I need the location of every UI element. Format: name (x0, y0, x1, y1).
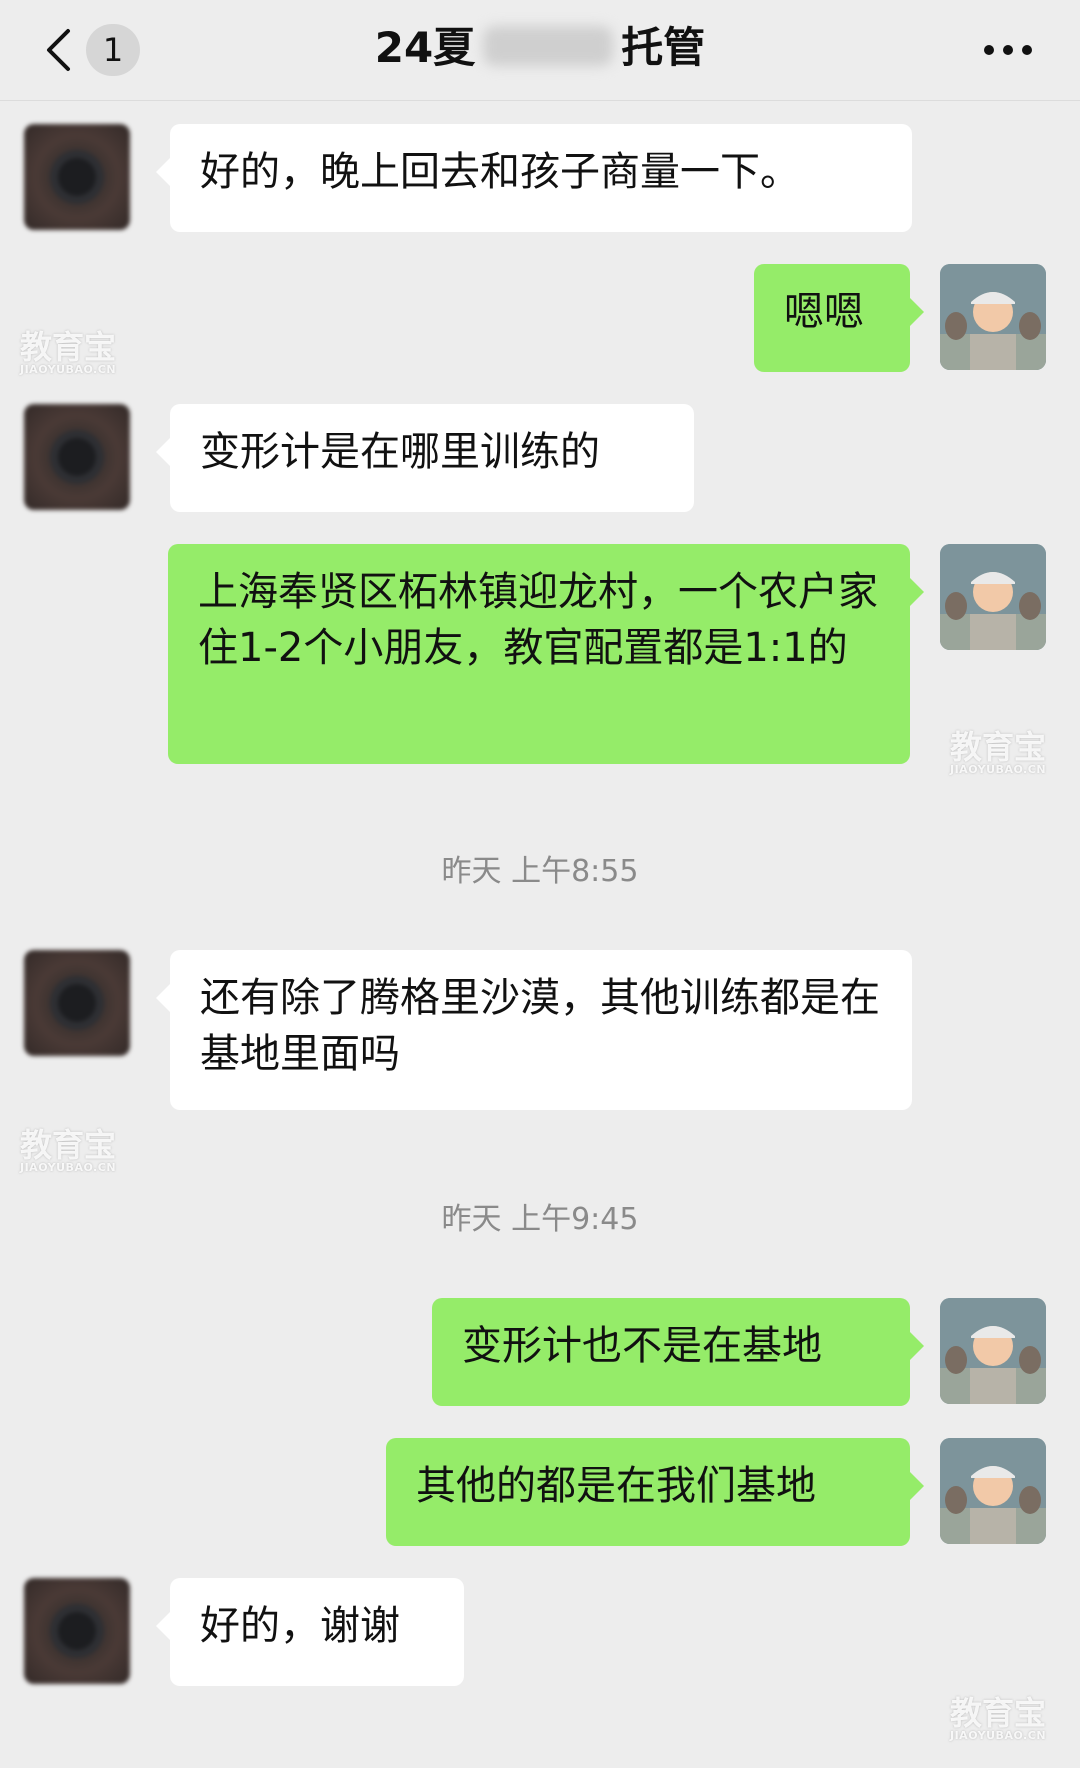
timestamp: 昨天 上午9:45 (441, 1202, 639, 1237)
my-avatar-image (940, 544, 1046, 650)
my-avatar-image (940, 1438, 1046, 1544)
message-bubble-received[interactable]: 好的，晚上回去和孩子商量一下。 (156, 124, 912, 232)
watermark-logo: 教育宝 JIAOYUBAO.CN (20, 328, 117, 376)
contact-avatar[interactable] (24, 1578, 130, 1684)
my-avatar-image (940, 1298, 1046, 1404)
contact-avatar[interactable] (24, 404, 130, 510)
my-avatar[interactable] (940, 1298, 1046, 1404)
message-bubble-sent[interactable]: 上海奉贤区柘林镇迎龙村，一个农户家住1-2个小朋友，教官配置都是1:1的 (168, 544, 924, 764)
my-avatar[interactable] (940, 264, 1046, 370)
chat-title: 24夏 托管 (0, 18, 1080, 78)
contact-avatar[interactable] (24, 950, 130, 1056)
message-bubble-sent[interactable]: 其他的都是在我们基地 (386, 1438, 924, 1546)
message-bubble-sent[interactable]: 嗯嗯 (754, 264, 924, 372)
timestamp: 昨天 上午8:55 (441, 854, 639, 889)
message-bubble-received[interactable]: 好的，谢谢 (156, 1578, 464, 1686)
message-bubble-received[interactable]: 还有除了腾格里沙漠，其他训练都是在基地里面吗 (156, 950, 912, 1110)
watermark-logo: 教育宝 JIAOYUBAO.CN (950, 1694, 1047, 1742)
chat-header: 1 24夏 托管 (0, 0, 1080, 101)
blurred-name (483, 26, 614, 66)
watermark-logo: 教育宝 JIAOYUBAO.CN (20, 1126, 117, 1174)
chat-title-suffix: 托管 (621, 23, 706, 72)
my-avatar[interactable] (940, 544, 1046, 650)
more-dots-icon (984, 45, 1032, 55)
chat-title-prefix: 24夏 (374, 23, 476, 72)
contact-avatar[interactable] (24, 124, 130, 230)
message-bubble-sent[interactable]: 变形计也不是在基地 (432, 1298, 924, 1406)
more-button[interactable] (978, 30, 1038, 70)
message-bubble-received[interactable]: 变形计是在哪里训练的 (156, 404, 694, 512)
my-avatar[interactable] (940, 1438, 1046, 1544)
watermark-logo: 教育宝 JIAOYUBAO.CN (950, 728, 1047, 776)
my-avatar-image (940, 264, 1046, 370)
